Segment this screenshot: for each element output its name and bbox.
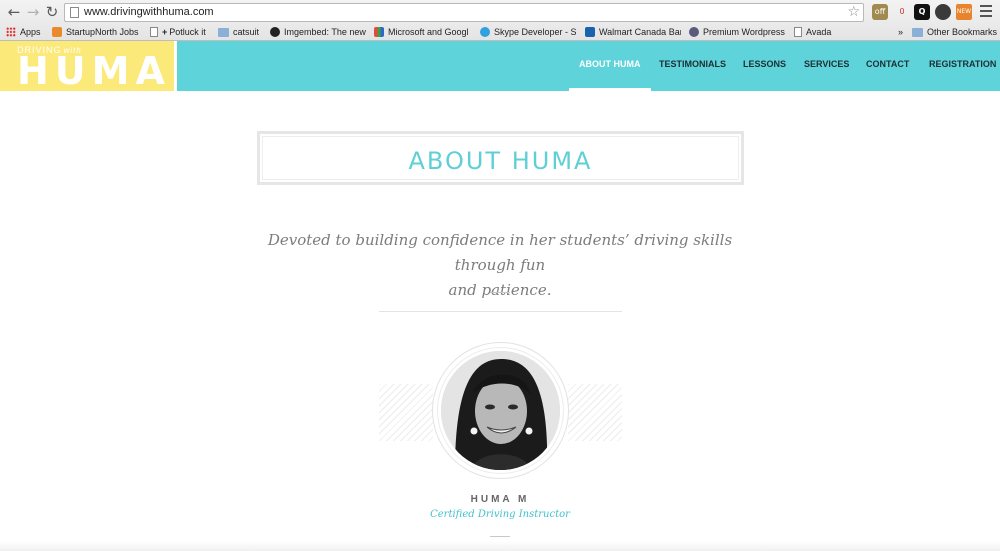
section-divider <box>379 311 622 312</box>
avatar <box>441 351 560 470</box>
extension-counter-label: 0 <box>899 7 905 16</box>
page-title: ABOUT HUMA <box>408 147 593 175</box>
right-stripe-decoration <box>568 384 622 441</box>
nav-registration[interactable]: REGISTRATION <box>929 41 996 91</box>
portrait-image <box>441 351 560 470</box>
browser-chrome: ← → ↻ www.drivingwithhuma.com ☆ off 0 Q … <box>0 0 1000 41</box>
bookmark-label: Imgembed: The new <box>284 27 366 37</box>
hp-icon <box>689 27 699 37</box>
bookmark-label: Potluck it <box>169 27 206 37</box>
site-logo[interactable]: DRIVING with HUMA <box>0 41 177 91</box>
more-bookmarks-chevron-icon[interactable]: » <box>898 26 908 40</box>
bookmark-label: Other Bookmarks <box>927 27 998 37</box>
bookmark-skype[interactable]: Skype Developer - S <box>480 26 576 40</box>
nav-testimonials[interactable]: TESTIMONIALS <box>659 41 726 91</box>
url-text[interactable]: www.drivingwithhuma.com <box>84 6 214 18</box>
bookmark-avada[interactable]: Avada <box>794 26 844 40</box>
imgembed-icon <box>270 27 280 37</box>
person-role: Certified Driving Instructor <box>430 509 570 520</box>
tagline-line-2: and patience. <box>448 281 552 299</box>
startupnorth-icon <box>52 27 62 37</box>
bookmark-label: StartupNorth Jobs <box>66 27 139 37</box>
about-title-box: ABOUT HUMA <box>257 131 744 185</box>
bookmark-label: Premium Wordpress <box>703 27 785 37</box>
bookmark-label: Skype Developer - S <box>494 27 576 37</box>
bookmark-label: Microsoft and Googl <box>388 27 469 37</box>
nav-lessons[interactable]: LESSONS <box>743 41 786 91</box>
bookmark-startupnorth[interactable]: StartupNorth Jobs <box>52 26 142 40</box>
address-bar[interactable]: www.drivingwithhuma.com ☆ <box>64 3 864 22</box>
person-name: HUMA M <box>470 494 530 505</box>
extension-counter-icon[interactable]: 0 <box>894 4 910 20</box>
bottom-shadow <box>0 541 1000 551</box>
short-divider <box>490 292 510 293</box>
hamburger-menu-icon[interactable] <box>980 5 992 17</box>
bookmark-premium-wordpress[interactable]: Premium Wordpress <box>689 26 785 40</box>
page-icon <box>150 27 158 37</box>
extension-q-label: Q <box>918 7 926 16</box>
nav-services[interactable]: SERVICES <box>804 41 849 91</box>
microsoft-google-icon <box>374 27 384 37</box>
extension-q-icon[interactable]: Q <box>914 4 930 20</box>
site-header: DRIVING with HUMA ABOUT HUMA TESTIMONIALS… <box>0 41 1000 91</box>
bookmark-apps[interactable]: Apps <box>6 26 41 40</box>
bookmark-imgembed[interactable]: Imgembed: The new <box>270 26 366 40</box>
bookmark-label: Avada <box>806 27 832 37</box>
logo-wordmark: HUMA <box>17 49 171 93</box>
page-icon <box>794 27 802 37</box>
tagline-line-1: Devoted to building confidence in her st… <box>267 231 733 274</box>
bookmark-potluck[interactable]: + Potluck it <box>150 26 212 40</box>
nav-about-huma[interactable]: ABOUT HUMA <box>569 41 650 91</box>
back-arrow-icon[interactable]: ← <box>6 4 22 20</box>
reload-icon[interactable]: ↻ <box>44 4 60 20</box>
bookmark-label: Walmart Canada Ban <box>599 27 681 37</box>
bookmark-catsuit[interactable]: catsuit <box>218 26 266 40</box>
more-bookmarks-label: » <box>898 27 904 37</box>
folder-icon <box>912 28 923 37</box>
extension-new-icon[interactable]: NEW <box>956 4 972 20</box>
extension-off-icon[interactable]: off <box>872 4 888 20</box>
nav-contact[interactable]: CONTACT <box>866 41 909 91</box>
extension-owl-icon[interactable] <box>935 4 951 20</box>
bookmarks-bar: Apps StartupNorth Jobs + Potluck it catsu… <box>0 25 1000 40</box>
walmart-icon <box>585 27 595 37</box>
other-bookmarks-folder[interactable]: Other Bookmarks <box>912 26 998 40</box>
skype-icon <box>480 27 490 37</box>
bookmark-star-icon[interactable]: ☆ <box>847 4 860 20</box>
bookmark-label: catsuit <box>233 27 260 37</box>
extension-off-label: off <box>874 7 886 16</box>
bookmark-label: Apps <box>20 27 41 37</box>
left-stripe-decoration <box>379 384 433 441</box>
plus-prefix: + <box>162 27 168 37</box>
extension-new-label: NEW <box>956 8 972 15</box>
bottom-short-divider <box>490 536 510 537</box>
bookmark-microsoft-google[interactable]: Microsoft and Googl <box>374 26 470 40</box>
forward-arrow-icon[interactable]: → <box>25 4 41 20</box>
page-icon <box>70 7 79 18</box>
browser-toolbar: ← → ↻ www.drivingwithhuma.com ☆ off 0 Q … <box>0 0 1000 25</box>
apps-grid-icon <box>6 27 16 37</box>
bookmark-walmart[interactable]: Walmart Canada Ban <box>585 26 681 40</box>
folder-icon <box>218 28 229 37</box>
